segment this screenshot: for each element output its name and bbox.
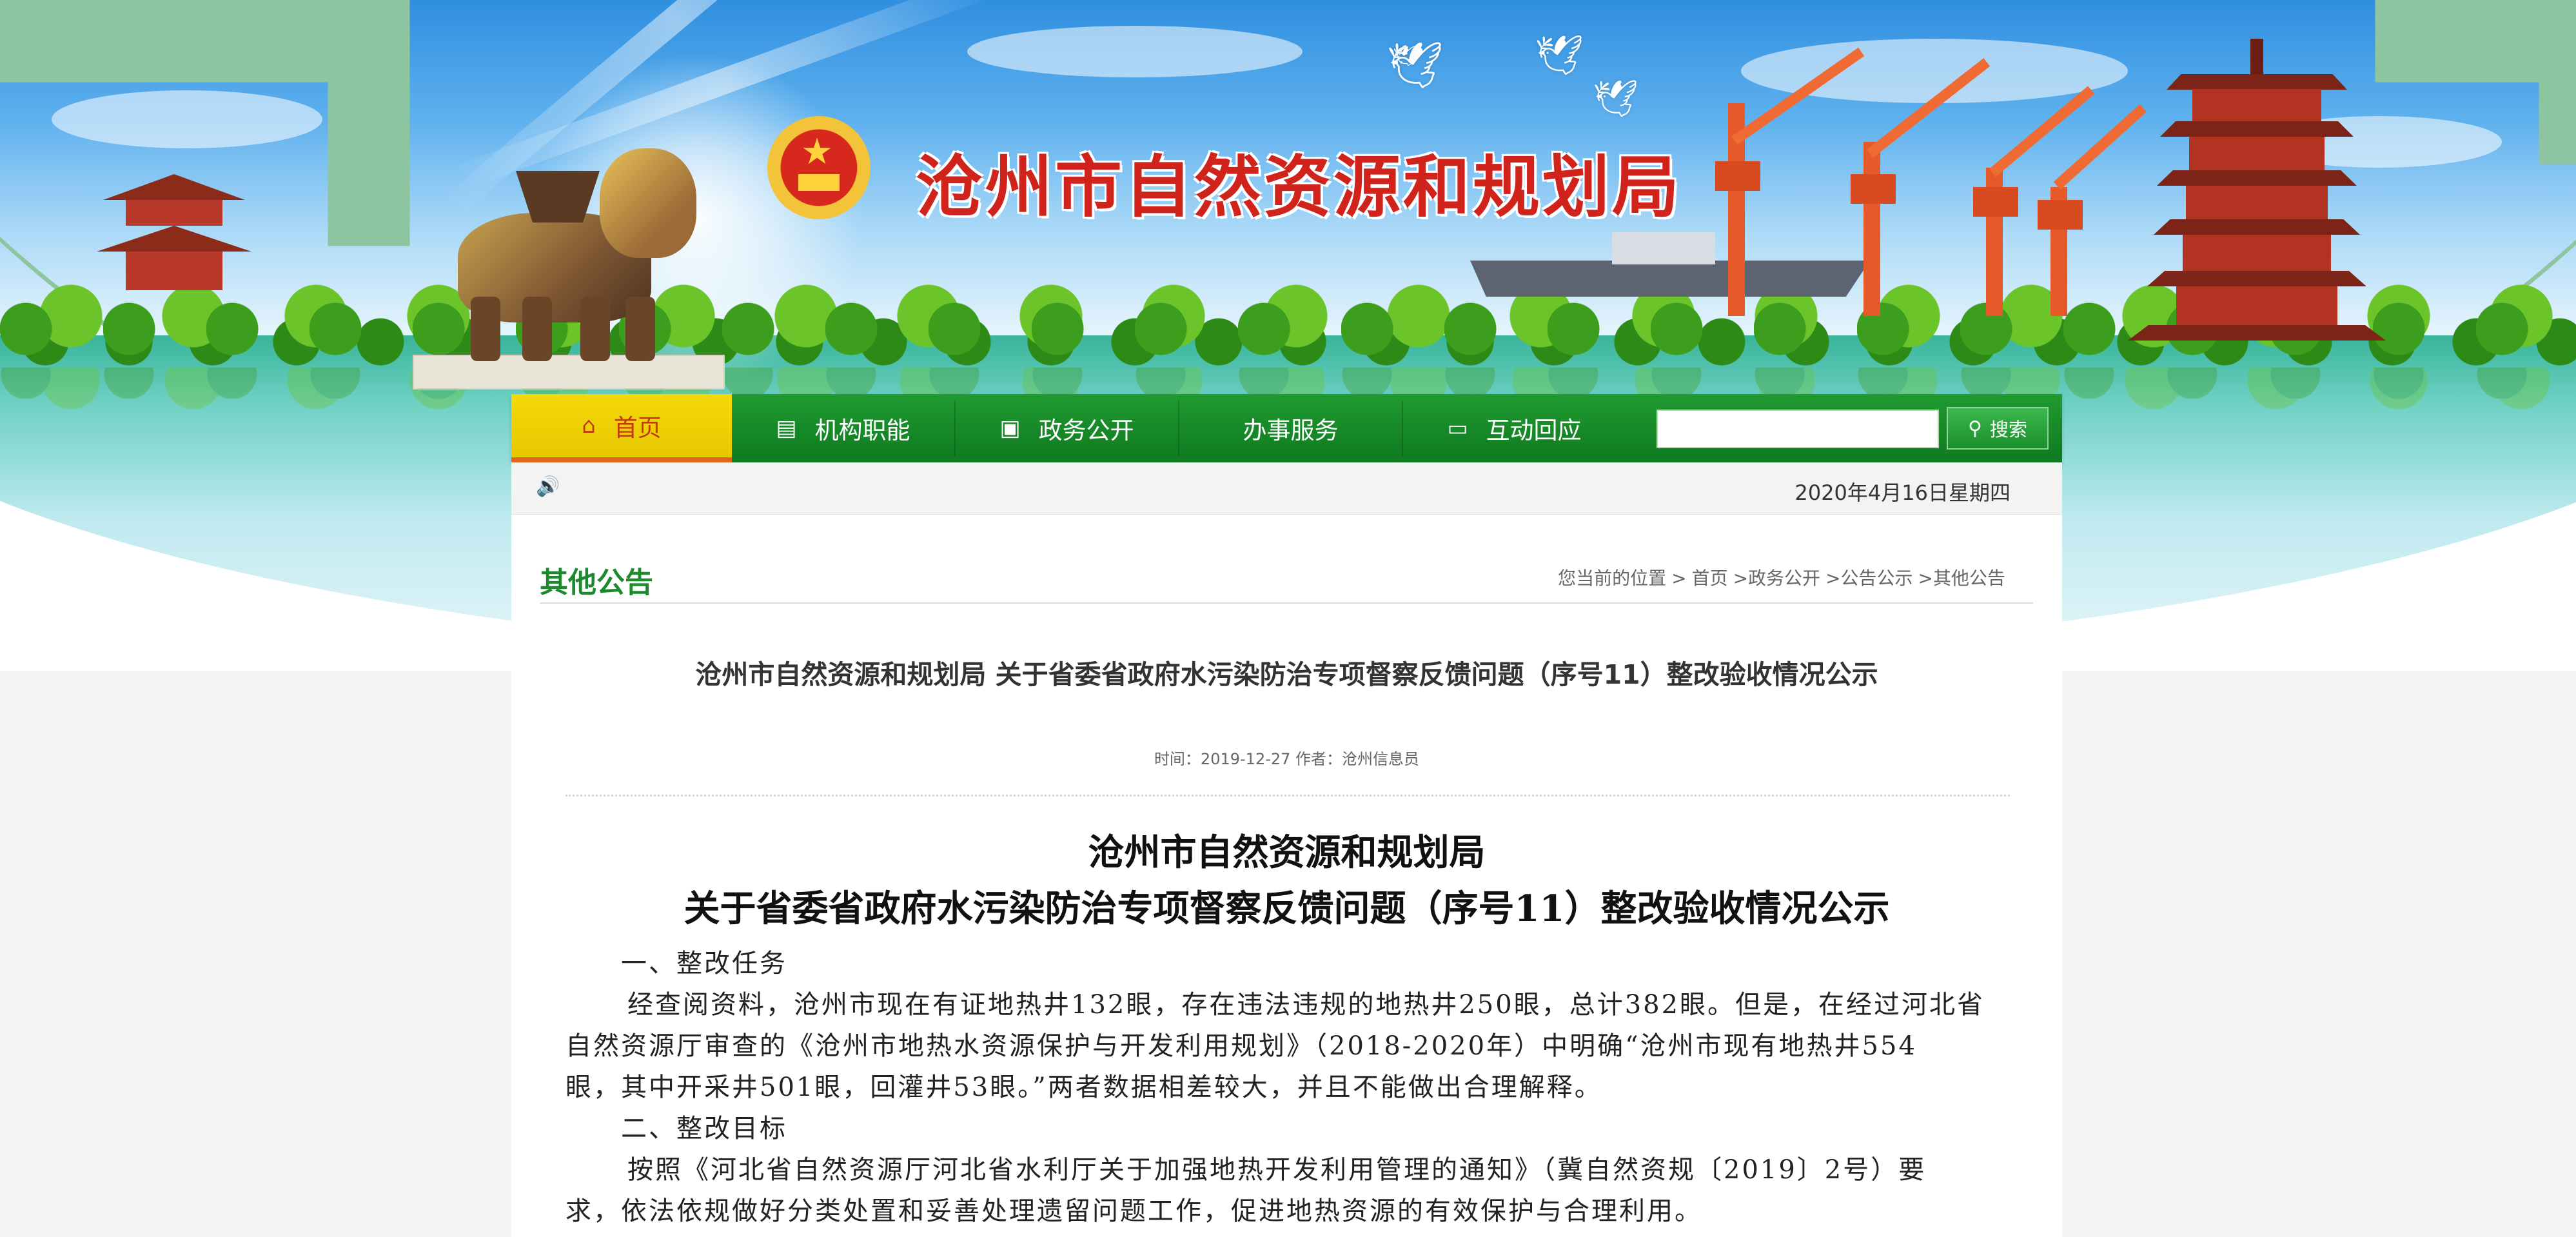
breadcrumb-other-announcements[interactable]: >其他公告 xyxy=(1918,568,2005,589)
document-heading-line1: 沧州市自然资源和规划局 xyxy=(1088,831,1486,874)
section-divider xyxy=(540,602,2033,604)
breadcrumb-prefix: 您当前的位置 xyxy=(1558,568,1667,589)
nav-item-label: 首页 xyxy=(613,414,662,442)
list-icon: ▣ xyxy=(999,415,1021,441)
nav-item-label: 机构职能 xyxy=(814,417,910,444)
breadcrumb: 您当前的位置 > 首页 >政务公开 >公告公示 >其他公告 xyxy=(1555,564,2008,590)
nav-item-services[interactable]: 办事服务 xyxy=(1179,394,1402,462)
pagoda-tower-image xyxy=(2128,39,2386,361)
current-date: 2020年4月16日星期四 xyxy=(1794,480,2011,505)
speaker-icon: 🔊 xyxy=(536,475,560,498)
paragraph-line: 眼，其中开采井501眼，回灌井53眼。”两者数据相差较大，并且不能做出合理解释。 xyxy=(565,1073,1602,1102)
national-emblem-icon: ★ xyxy=(767,116,870,226)
date-bar: 🔊 2020年4月16日星期四 xyxy=(511,462,2062,515)
search-button[interactable]: ⚲ 搜索 xyxy=(1947,407,2049,450)
breadcrumb-government-affairs[interactable]: >政务公开 xyxy=(1733,568,1820,589)
monitor-icon: ▭ xyxy=(1447,415,1468,441)
paragraph-line: 按照《河北省自然资源厅河北省水利厅关于加强地热开发利用管理的通知》（冀自然资规〔… xyxy=(627,1155,1927,1185)
article-title: 沧州市自然资源和规划局 关于省委省政府水污染防治专项督察反馈问题（序号11）整改… xyxy=(695,659,1878,690)
paragraph-line: 自然资源厅审查的《沧州市地热水资源保护与开发利用规划》（2018-2020年）中… xyxy=(565,1031,1917,1061)
meta-divider xyxy=(565,795,2010,797)
paragraph-line: 求，依法依规做好分类处置和妥善处理遗留问题工作，促进地热资源的有效保护与合理利用… xyxy=(565,1196,1702,1226)
cloud xyxy=(52,90,322,148)
iron-lion-statue-image xyxy=(413,142,725,390)
nav-item-government-affairs[interactable]: ▣ 政务公开 xyxy=(956,394,1178,462)
nav-item-interaction[interactable]: ▭ 互动回应 xyxy=(1403,394,1626,462)
paragraph-heading: 一、整改任务 xyxy=(621,949,787,978)
temple-of-heaven-image xyxy=(97,168,251,303)
content-panel: 🔊 2020年4月16日星期四 其他公告 您当前的位置 > 首页 >政务公开 >公告公示… xyxy=(511,462,2062,1237)
document-icon: ▤ xyxy=(776,415,797,441)
paragraph-heading: 二、整改目标 xyxy=(621,1114,787,1143)
nav-item-home[interactable]: ⌂ 首页 xyxy=(511,394,732,462)
article-meta: 时间：2019-12-27 作者：沧州信息员 xyxy=(1154,750,1420,768)
nav-item-label: 互动回应 xyxy=(1486,417,1582,444)
site-title: 沧州市自然资源和规划局 xyxy=(916,147,1682,226)
cloud xyxy=(967,26,1303,77)
dove-icon: 🕊 xyxy=(1593,78,1639,120)
nav-item-organization[interactable]: ▤ 机构职能 xyxy=(732,394,954,462)
breadcrumb-separator: > xyxy=(1671,568,1687,589)
search-button-label: 搜索 xyxy=(1989,419,2027,440)
ship-cabin xyxy=(1612,232,1715,264)
home-icon: ⌂ xyxy=(582,413,596,439)
document-heading-line2: 关于省委省政府水污染防治专项督察反馈问题（序号11）整改验收情况公示 xyxy=(683,887,1890,930)
search-input[interactable] xyxy=(1657,410,1939,448)
section-title: 其他公告 xyxy=(540,566,653,599)
main-nav: ⌂ 首页 ▤ 机构职能 ▣ 政务公开 办事服务 ▭ 互动回应 ⚲ 搜索 xyxy=(511,394,2062,462)
nav-item-label: 办事服务 xyxy=(1243,417,1339,444)
paragraph-line: 经查阅资料，沧州市现在有证地热井132眼，存在违法违规的地热井250眼，总计38… xyxy=(627,990,1985,1020)
nav-item-label: 政务公开 xyxy=(1038,417,1134,444)
search-icon: ⚲ xyxy=(1968,417,1982,440)
dove-icon: 🕊 xyxy=(1535,33,1584,78)
breadcrumb-announcements[interactable]: >公告公示 xyxy=(1825,568,1912,589)
dove-icon: 🕊 xyxy=(1393,45,1418,68)
breadcrumb-home[interactable]: 首页 xyxy=(1692,568,1728,589)
